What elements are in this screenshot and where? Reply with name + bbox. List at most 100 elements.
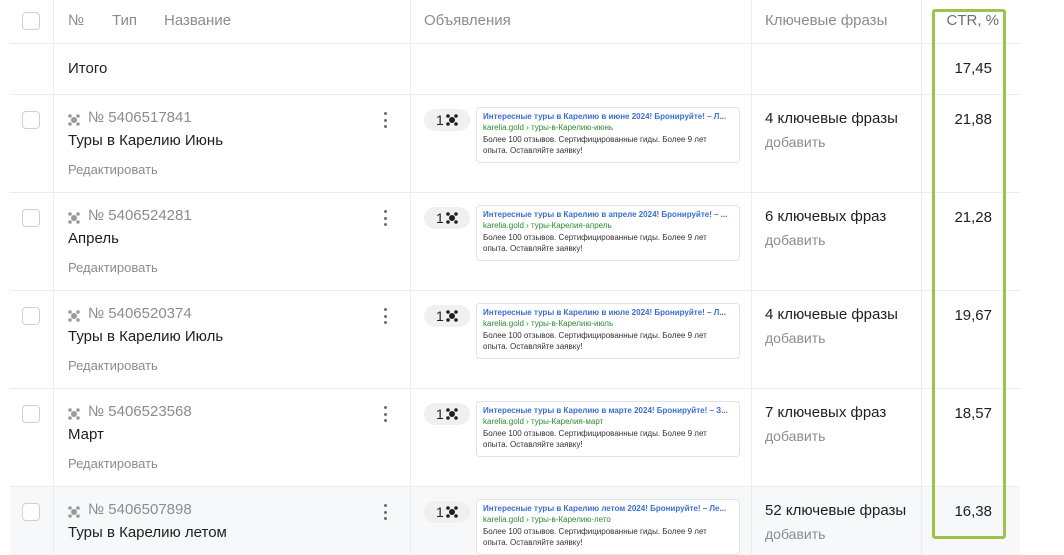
- ad-type-icon: [446, 212, 458, 224]
- more-menu-icon[interactable]: [377, 110, 393, 130]
- keywords-count[interactable]: 4 ключевые фразы: [765, 110, 898, 127]
- select-all-checkbox[interactable]: [22, 12, 40, 30]
- ad-type-icon: [446, 114, 458, 126]
- ad-preview[interactable]: Интересные туры в Карелию летом 2024! Бр…: [476, 499, 740, 555]
- ctr-value: 16,38: [954, 503, 992, 520]
- row-checkbox[interactable]: [22, 111, 40, 129]
- table-row: № 5406523568 Март Редактировать 1 Интере…: [10, 389, 1020, 487]
- ad-type-icon: [446, 408, 458, 420]
- group-number: № 5406507898: [88, 501, 192, 518]
- group-number: № 5406524281: [88, 207, 192, 224]
- more-menu-icon[interactable]: [377, 502, 393, 522]
- edit-link[interactable]: Редактировать: [68, 358, 158, 373]
- ads-count-badge[interactable]: 1: [424, 403, 470, 425]
- more-menu-icon[interactable]: [377, 404, 393, 424]
- ad-text: Более 100 отзывов. Сертифицированные гид…: [483, 527, 707, 547]
- keywords-count[interactable]: 6 ключевых фраз: [765, 208, 886, 225]
- group-title[interactable]: Туры в Карелию летом: [68, 524, 227, 541]
- ad-preview[interactable]: Интересные туры в Карелию в июне 2024! Б…: [476, 107, 740, 163]
- ads-count: 1: [436, 112, 444, 128]
- header-name-cell: № Тип Название: [54, 0, 411, 43]
- ctr-value: 18,57: [954, 405, 992, 422]
- ad-type-icon: [446, 310, 458, 322]
- ad-title: Интересные туры в Карелию в марте 2024! …: [483, 406, 728, 415]
- ad-type-icon: [446, 506, 458, 518]
- header-kw-cell: Ключевые фразы: [752, 0, 922, 43]
- ctr-value: 21,28: [954, 209, 992, 226]
- group-type-icon: [68, 114, 80, 126]
- ads-count-badge[interactable]: 1: [424, 305, 470, 327]
- ad-preview[interactable]: Интересные туры в Карелию в апреле 2024!…: [476, 205, 740, 261]
- group-type-icon: [68, 506, 80, 518]
- column-name[interactable]: Название: [164, 12, 231, 29]
- edit-link[interactable]: Редактировать: [68, 162, 158, 177]
- group-type-icon: [68, 212, 80, 224]
- group-title[interactable]: Туры в Карелию Июнь: [68, 132, 223, 149]
- ads-count: 1: [436, 406, 444, 422]
- groups-table: № Тип Название Объявления Ключевые фразы…: [10, 0, 1020, 555]
- ad-title: Интересные туры в Карелию летом 2024! Бр…: [483, 504, 727, 513]
- ad-text: Более 100 отзывов. Сертифицированные гид…: [483, 233, 707, 253]
- ad-url: karelia.gold › туры-в-Карелию-июль: [483, 319, 614, 328]
- ads-count: 1: [436, 504, 444, 520]
- group-type-icon: [68, 310, 80, 322]
- ads-count-badge[interactable]: 1: [424, 207, 470, 229]
- group-title[interactable]: Туры в Карелию Июль: [68, 328, 223, 345]
- group-type-icon: [68, 408, 80, 420]
- ad-url: karelia.gold › туры-в-Карелию-июнь: [483, 123, 614, 132]
- add-keywords-link[interactable]: добавить: [765, 428, 825, 444]
- ad-url: karelia.gold › туры-Карелия-март: [483, 417, 604, 426]
- total-row: Итого 17,45: [10, 44, 1020, 95]
- column-type[interactable]: Тип: [112, 12, 137, 29]
- header-select-cell: [10, 0, 54, 43]
- ads-count: 1: [436, 210, 444, 226]
- ad-title: Интересные туры в Карелию в апреле 2024!…: [483, 210, 728, 219]
- edit-link[interactable]: Редактировать: [68, 456, 158, 471]
- ads-count-badge[interactable]: 1: [424, 501, 470, 523]
- ad-text: Более 100 отзывов. Сертифицированные гид…: [483, 331, 707, 351]
- table-row: № 5406524281 Апрель Редактировать 1 Инте…: [10, 193, 1020, 291]
- ad-url: karelia.gold › туры-в-Карелию-лето: [483, 515, 611, 524]
- edit-link[interactable]: Редактировать: [68, 260, 158, 275]
- table-header: № Тип Название Объявления Ключевые фразы…: [10, 0, 1020, 44]
- row-checkbox[interactable]: [22, 503, 40, 521]
- ad-preview[interactable]: Интересные туры в Карелию в июле 2024! Б…: [476, 303, 740, 359]
- more-menu-icon[interactable]: [377, 208, 393, 228]
- ads-count-badge[interactable]: 1: [424, 109, 470, 131]
- row-checkbox[interactable]: [22, 405, 40, 423]
- add-keywords-link[interactable]: добавить: [765, 526, 825, 542]
- group-title[interactable]: Апрель: [68, 230, 119, 247]
- header-ctr-cell: CTR, %: [922, 0, 1020, 43]
- table-row: № 5406517841 Туры в Карелию Июнь Редакти…: [10, 95, 1020, 193]
- more-menu-icon[interactable]: [377, 306, 393, 326]
- column-ads[interactable]: Объявления: [424, 12, 511, 29]
- group-title[interactable]: Март: [68, 426, 104, 443]
- ads-count: 1: [436, 308, 444, 324]
- ad-text: Более 100 отзывов. Сертифицированные гид…: [483, 429, 707, 449]
- ad-title: Интересные туры в Карелию в июле 2024! Б…: [483, 308, 726, 317]
- keywords-count[interactable]: 7 ключевых фраз: [765, 404, 886, 421]
- ctr-value: 19,67: [954, 307, 992, 324]
- add-keywords-link[interactable]: добавить: [765, 232, 825, 248]
- add-keywords-link[interactable]: добавить: [765, 134, 825, 150]
- ad-url: karelia.gold › туры-Карелия-апрель: [483, 221, 612, 230]
- add-keywords-link[interactable]: добавить: [765, 330, 825, 346]
- total-label: Итого: [68, 60, 108, 77]
- keywords-count[interactable]: 4 ключевые фразы: [765, 306, 898, 323]
- group-number: № 5406520374: [88, 305, 192, 322]
- column-ctr[interactable]: CTR, %: [947, 12, 1000, 29]
- ctr-value: 21,88: [954, 111, 992, 128]
- ad-text: Более 100 отзывов. Сертифицированные гид…: [483, 135, 707, 155]
- table-row: № 5406507898 Туры в Карелию летом 1 Инте…: [10, 487, 1020, 555]
- column-keywords[interactable]: Ключевые фразы: [765, 12, 887, 29]
- table-row: № 5406520374 Туры в Карелию Июль Редакти…: [10, 291, 1020, 389]
- total-ctr: 17,45: [954, 60, 992, 77]
- header-ads-cell: Объявления: [411, 0, 752, 43]
- keywords-count[interactable]: 52 ключевые фразы: [765, 502, 906, 519]
- column-num[interactable]: №: [68, 12, 84, 29]
- group-number: № 5406517841: [88, 109, 192, 126]
- ad-preview[interactable]: Интересные туры в Карелию в марте 2024! …: [476, 401, 740, 457]
- row-checkbox[interactable]: [22, 209, 40, 227]
- group-number: № 5406523568: [88, 403, 192, 420]
- row-checkbox[interactable]: [22, 307, 40, 325]
